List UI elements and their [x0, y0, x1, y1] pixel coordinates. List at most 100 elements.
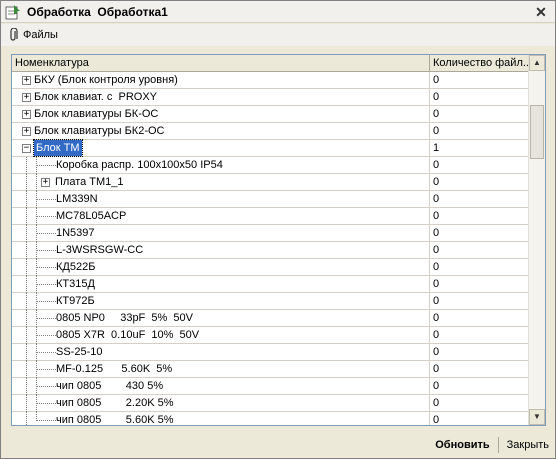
nomenclature-cell[interactable]: 0805 X7R 0.10uF 10% 50V — [12, 327, 430, 344]
nomenclature-cell[interactable]: SS-25-10 — [12, 344, 430, 361]
file-count-cell[interactable]: 0 — [430, 225, 529, 241]
table-row[interactable]: + БКУ (Блок контроля уровня) 0 — [12, 72, 529, 89]
table-row[interactable]: КТ315Д 0 — [12, 276, 529, 293]
table-row[interactable]: КТ972Б 0 — [12, 293, 529, 310]
files-menu[interactable]: Файлы — [1, 28, 58, 42]
nomenclature-label: MC78L05ACP — [56, 210, 127, 222]
expand-icon[interactable]: + — [22, 127, 31, 136]
tree-connector — [26, 191, 27, 208]
nomenclature-label: MF-0.125 5.60K 5% — [56, 363, 173, 375]
file-count-cell[interactable]: 0 — [430, 310, 529, 326]
file-count-cell[interactable]: 0 — [430, 412, 529, 425]
table-row[interactable]: чип 0805 2.20K 5% 0 — [12, 395, 529, 412]
nomenclature-cell[interactable]: + Плата ТМ1_1 — [12, 174, 430, 191]
table-row[interactable]: 0805 NP0 33pF 5% 50V 0 — [12, 310, 529, 327]
nomenclature-cell[interactable]: − Блок ТМ — [12, 139, 430, 157]
table-row[interactable]: + Блок клавиат. с PROXY 0 — [12, 89, 529, 106]
file-count-cell[interactable]: 1 — [430, 140, 529, 156]
refresh-button[interactable]: Обновить — [429, 435, 495, 455]
menu-bar: Файлы — [1, 24, 555, 46]
collapse-icon[interactable]: − — [22, 144, 31, 153]
file-count-cell[interactable]: 0 — [430, 293, 529, 309]
close-icon[interactable]: ✕ — [533, 4, 549, 20]
nomenclature-label: LM339N — [56, 193, 98, 205]
nomenclature-label: Блок клавиатуры БК2-ОС — [34, 125, 165, 137]
table-row[interactable]: MF-0.125 5.60K 5% 0 — [12, 361, 529, 378]
nomenclature-cell[interactable]: L-3WSRSGW-CC — [12, 242, 430, 259]
table-row[interactable]: чип 0805 5.60K 5% 0 — [12, 412, 529, 426]
column-header-nomenclature[interactable]: Номенклатура — [12, 55, 430, 72]
file-count-cell[interactable]: 0 — [430, 395, 529, 411]
table-row[interactable]: + Блок клавиатуры БК-ОС 0 — [12, 106, 529, 123]
file-count-cell[interactable]: 0 — [430, 191, 529, 207]
nomenclature-cell[interactable]: КТ315Д — [12, 276, 430, 293]
nomenclature-label: Блок клавиат. с PROXY — [34, 91, 158, 103]
file-count-cell[interactable]: 0 — [430, 174, 529, 190]
table-row[interactable]: + Блок клавиатуры БК2-ОС 0 — [12, 123, 529, 140]
nomenclature-cell[interactable]: + БКУ (Блок контроля уровня) — [12, 72, 430, 88]
file-count-cell[interactable]: 0 — [430, 242, 529, 258]
scroll-down-button[interactable]: ▼ — [529, 409, 545, 425]
table-row[interactable]: MC78L05ACP 0 — [12, 208, 529, 225]
tree-connector — [36, 335, 56, 336]
nomenclature-cell[interactable]: MC78L05ACP — [12, 208, 430, 225]
expand-icon[interactable]: + — [22, 76, 31, 85]
nomenclature-cell[interactable]: + Блок клавиатуры БК-ОС — [12, 106, 430, 122]
file-count-cell[interactable]: 0 — [430, 327, 529, 343]
table-row[interactable]: + Плата ТМ1_1 0 — [12, 174, 529, 191]
file-count-cell[interactable]: 0 — [430, 259, 529, 275]
file-count-cell[interactable]: 0 — [430, 208, 529, 224]
table-row[interactable]: SS-25-10 0 — [12, 344, 529, 361]
nomenclature-cell[interactable]: чип 0805 2.20K 5% — [12, 395, 430, 412]
file-count-cell[interactable]: 0 — [430, 72, 529, 88]
file-count-cell[interactable]: 0 — [430, 378, 529, 394]
table-row[interactable]: LM339N 0 — [12, 191, 529, 208]
nomenclature-tree-grid[interactable]: Номенклатура Количество файл... + БКУ (Бл… — [11, 54, 546, 426]
nomenclature-cell[interactable]: 1N5397 — [12, 225, 430, 242]
table-row[interactable]: 0805 X7R 0.10uF 10% 50V 0 — [12, 327, 529, 344]
tree-connector — [26, 157, 27, 174]
file-count-cell[interactable]: 0 — [430, 157, 529, 173]
nomenclature-cell[interactable]: LM339N — [12, 191, 430, 208]
close-button[interactable]: Закрыть — [501, 435, 555, 455]
file-count-cell[interactable]: 0 — [430, 276, 529, 292]
tree-connector — [36, 250, 56, 251]
table-row[interactable]: L-3WSRSGW-CC 0 — [12, 242, 529, 259]
scroll-up-button[interactable]: ▲ — [529, 55, 545, 71]
file-count-cell[interactable]: 0 — [430, 123, 529, 139]
nomenclature-cell[interactable]: + Блок клавиатуры БК2-ОС — [12, 123, 430, 139]
nomenclature-cell[interactable]: КД522Б — [12, 259, 430, 276]
tree-connector — [36, 301, 56, 302]
nomenclature-cell[interactable]: 0805 NP0 33pF 5% 50V — [12, 310, 430, 327]
column-header-file-count[interactable]: Количество файл... — [430, 55, 529, 72]
tree-connector — [36, 216, 56, 217]
nomenclature-label: чип 0805 5.60K 5% — [56, 414, 174, 426]
expand-icon[interactable]: + — [41, 178, 50, 187]
nomenclature-cell[interactable]: Коробка распр. 100х100х50 IP54 — [12, 157, 430, 174]
file-count-cell[interactable]: 0 — [430, 89, 529, 105]
tree-connector — [26, 225, 27, 242]
tree-connector — [26, 208, 27, 225]
footer-bar: Обновить Закрыть — [1, 432, 555, 458]
nomenclature-cell[interactable]: чип 0805 5.60K 5% — [12, 412, 430, 426]
expand-icon[interactable]: + — [22, 110, 31, 119]
table-row[interactable]: КД522Б 0 — [12, 259, 529, 276]
table-row[interactable]: 1N5397 0 — [12, 225, 529, 242]
tree-connector — [36, 352, 56, 353]
scroll-thumb[interactable] — [530, 105, 544, 159]
nomenclature-cell[interactable]: + Блок клавиат. с PROXY — [12, 89, 430, 105]
tree-connector — [36, 403, 56, 404]
file-count-cell[interactable]: 0 — [430, 344, 529, 360]
table-row[interactable]: чип 0805 430 5% 0 — [12, 378, 529, 395]
nomenclature-label: 0805 X7R 0.10uF 10% 50V — [56, 329, 200, 341]
expand-icon[interactable]: + — [22, 93, 31, 102]
file-count-cell[interactable]: 0 — [430, 106, 529, 122]
table-row[interactable]: − Блок ТМ 1 — [12, 139, 529, 157]
vertical-scrollbar[interactable]: ▲ ▼ — [528, 55, 545, 425]
nomenclature-cell[interactable]: чип 0805 430 5% — [12, 378, 430, 395]
table-row[interactable]: Коробка распр. 100х100х50 IP54 0 — [12, 157, 529, 174]
nomenclature-label: Блок ТМ — [33, 139, 83, 157]
nomenclature-cell[interactable]: КТ972Б — [12, 293, 430, 310]
nomenclature-cell[interactable]: MF-0.125 5.60K 5% — [12, 361, 430, 378]
file-count-cell[interactable]: 0 — [430, 361, 529, 377]
